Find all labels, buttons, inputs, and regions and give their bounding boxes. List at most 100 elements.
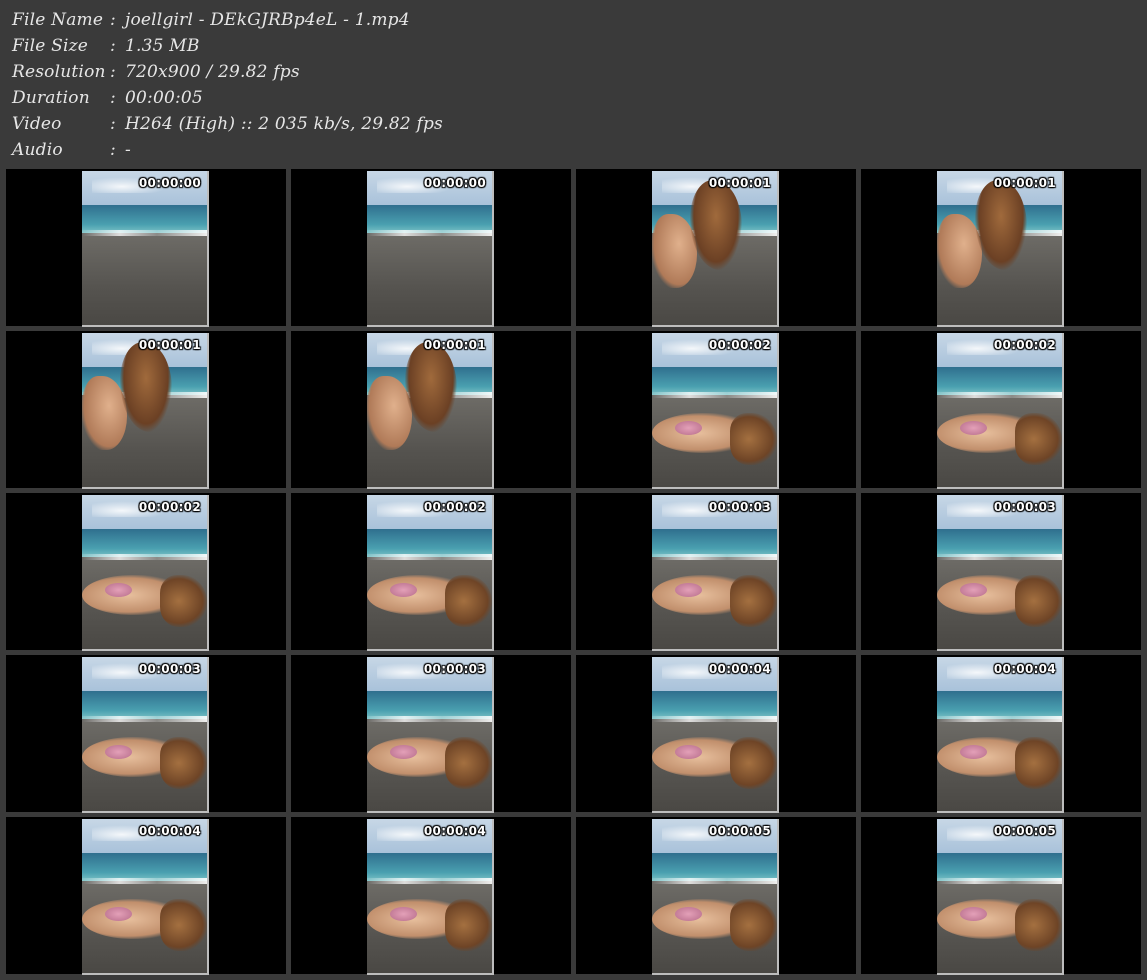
frame-sea [652, 528, 777, 557]
frame-timestamp: 00:00:00 [138, 176, 201, 190]
frame-sea [82, 528, 207, 557]
thumbnail-cell: 00:00:03 [576, 493, 856, 651]
frame-figure [159, 575, 207, 628]
frame-figure [729, 899, 777, 952]
frame-figure [104, 906, 132, 921]
frame-timestamp: 00:00:03 [708, 500, 771, 514]
frame-figure [959, 906, 987, 921]
meta-label: Video [12, 114, 62, 134]
meta-value-file-size: 1.35 MB [125, 36, 200, 56]
frame-timestamp: 00:00:02 [423, 500, 486, 514]
frame-timestamp: 00:00:01 [993, 176, 1056, 190]
frame-figure [729, 737, 777, 790]
video-frame-thumbnail: 00:00:03 [652, 495, 779, 651]
frame-timestamp: 00:00:03 [423, 662, 486, 676]
meta-label: Audio [12, 140, 63, 160]
metadata-header: File Name : joellgirl - DEkGJRBp4eL - 1.… [0, 0, 1147, 168]
frame-figure [444, 737, 492, 790]
frame-figure [959, 744, 987, 759]
frame-figure [674, 582, 702, 597]
frame-timestamp: 00:00:01 [708, 176, 771, 190]
frame-sea [367, 528, 492, 557]
meta-label: Duration [12, 88, 90, 108]
video-frame-thumbnail: 00:00:02 [937, 333, 1064, 489]
frame-timestamp: 00:00:05 [708, 824, 771, 838]
thumbnail-cell: 00:00:02 [861, 331, 1141, 489]
frame-sea [82, 690, 207, 719]
frame-sea [652, 366, 777, 395]
frame-figure [1014, 899, 1062, 952]
frame-timestamp: 00:00:05 [993, 824, 1056, 838]
frame-timestamp: 00:00:03 [138, 662, 201, 676]
frame-timestamp: 00:00:04 [708, 662, 771, 676]
thumbnail-cell: 00:00:01 [6, 331, 286, 489]
frame-figure [104, 744, 132, 759]
thumbnail-cell: 00:00:05 [576, 817, 856, 975]
thumbnail-cell: 00:00:04 [291, 817, 571, 975]
frame-figure [159, 737, 207, 790]
thumbnail-cell: 00:00:01 [291, 331, 571, 489]
frame-figure [444, 575, 492, 628]
frame-timestamp: 00:00:02 [138, 500, 201, 514]
meta-row-file-name: File Name : joellgirl - DEkGJRBp4eL - 1.… [12, 7, 410, 33]
frame-timestamp: 00:00:02 [708, 338, 771, 352]
thumbnail-cell: 00:00:00 [291, 169, 571, 327]
thumbnail-cell: 00:00:03 [291, 655, 571, 813]
meta-separator: : [110, 36, 116, 56]
frame-figure [959, 420, 987, 435]
frame-timestamp: 00:00:01 [138, 338, 201, 352]
meta-value-audio: - [125, 140, 131, 160]
frame-sea [652, 852, 777, 881]
frame-timestamp: 00:00:04 [423, 824, 486, 838]
frame-figure [1014, 413, 1062, 466]
frame-figure [104, 582, 132, 597]
thumbnail-cell: 00:00:02 [291, 493, 571, 651]
frame-figure [674, 744, 702, 759]
frame-figure [1014, 575, 1062, 628]
thumbnail-cell: 00:00:03 [6, 655, 286, 813]
frame-timestamp: 00:00:02 [993, 338, 1056, 352]
frame-sea [82, 852, 207, 881]
thumbnail-cell: 00:00:00 [6, 169, 286, 327]
frame-timestamp: 00:00:01 [423, 338, 486, 352]
video-frame-thumbnail: 00:00:05 [652, 819, 779, 975]
video-frame-thumbnail: 00:00:04 [82, 819, 209, 975]
frame-figure [159, 899, 207, 952]
frame-sand [367, 235, 492, 325]
meta-value-duration: 00:00:05 [125, 88, 203, 108]
video-frame-thumbnail: 00:00:01 [652, 171, 779, 327]
meta-separator: : [110, 114, 116, 134]
meta-label: File Size [12, 36, 89, 56]
frame-figure [389, 582, 417, 597]
video-frame-thumbnail: 00:00:03 [82, 657, 209, 813]
frame-timestamp: 00:00:04 [993, 662, 1056, 676]
frame-sea [367, 204, 492, 233]
frame-sand [82, 235, 207, 325]
meta-value-resolution: 720x900 / 29.82 fps [125, 62, 300, 82]
frame-sea [82, 204, 207, 233]
meta-row-video: Video : H264 (High) :: 2 035 kb/s, 29.82… [12, 111, 443, 137]
frame-figure [729, 575, 777, 628]
meta-row-resolution: Resolution : 720x900 / 29.82 fps [12, 59, 300, 85]
frame-figure [674, 906, 702, 921]
video-frame-thumbnail: 00:00:04 [937, 657, 1064, 813]
frame-timestamp: 00:00:04 [138, 824, 201, 838]
meta-value-file-name: joellgirl - DEkGJRBp4eL - 1.mp4 [125, 10, 410, 30]
thumbnail-cell: 00:00:04 [861, 655, 1141, 813]
video-frame-thumbnail: 00:00:05 [937, 819, 1064, 975]
video-frame-thumbnail: 00:00:03 [367, 657, 494, 813]
video-frame-thumbnail: 00:00:02 [82, 495, 209, 651]
video-frame-thumbnail: 00:00:00 [82, 171, 209, 327]
video-frame-thumbnail: 00:00:03 [937, 495, 1064, 651]
frame-figure [729, 413, 777, 466]
meta-label: File Name [12, 10, 104, 30]
thumbnail-cell: 00:00:03 [861, 493, 1141, 651]
video-frame-thumbnail: 00:00:04 [367, 819, 494, 975]
thumbnail-cell: 00:00:02 [6, 493, 286, 651]
frame-figure [389, 906, 417, 921]
thumbnail-cell: 00:00:01 [861, 169, 1141, 327]
frame-sea [937, 366, 1062, 395]
frame-figure [389, 744, 417, 759]
video-frame-thumbnail: 00:00:02 [367, 495, 494, 651]
thumbnail-cell: 00:00:02 [576, 331, 856, 489]
